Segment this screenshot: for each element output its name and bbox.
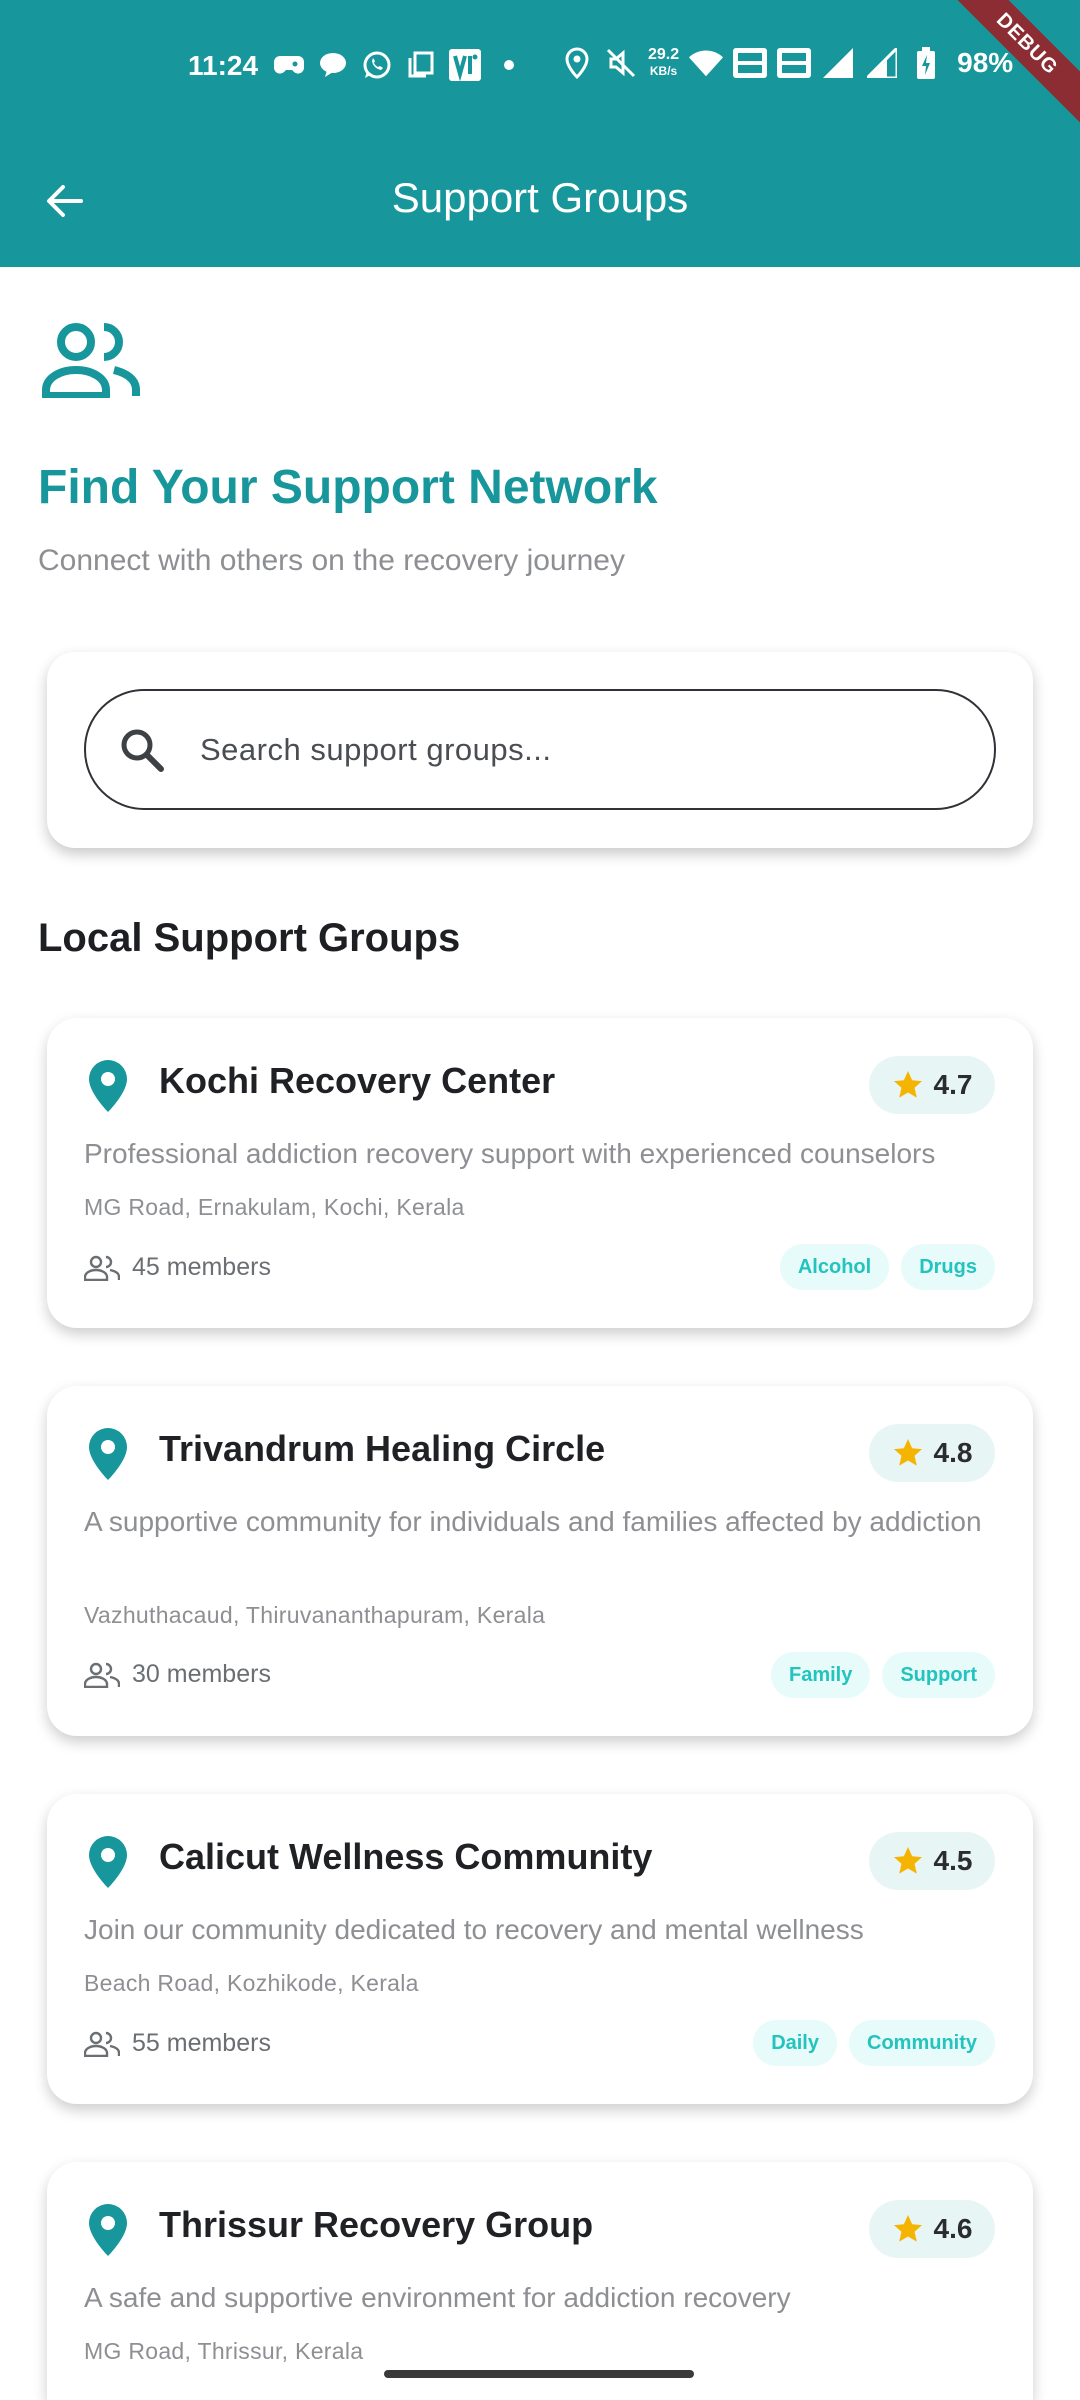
rating-value: 4.5 <box>933 1845 973 1876</box>
group-card[interactable]: Kochi Recovery Center 4.7 Professional a… <box>47 1018 1033 1328</box>
member-count-text: 55 members <box>132 2029 271 2057</box>
rating-value: 4.7 <box>933 1069 973 1100</box>
group-address: MG Road, Ernakulam, Kochi, Kerala <box>84 1194 465 1220</box>
whatsapp-icon <box>360 48 394 82</box>
volte-icon <box>777 46 812 80</box>
member-count: 30 members <box>84 1660 271 1689</box>
group-description: Join our community dedicated to recovery… <box>84 1914 864 1945</box>
battery-percent: 98% <box>957 47 1014 78</box>
rating-value: 4.8 <box>933 1437 973 1468</box>
people-outline-icon <box>84 1662 120 1688</box>
battery-charging-icon <box>909 46 943 80</box>
people-icon <box>42 322 142 400</box>
vowifi-icon <box>733 46 768 80</box>
gamepad-icon <box>272 48 306 82</box>
wifi-icon <box>689 46 724 80</box>
dot-icon <box>492 48 526 82</box>
location-pin-icon <box>89 2204 127 2256</box>
group-card[interactable]: Calicut Wellness Community 4.5 Join our … <box>47 1794 1033 2104</box>
location-icon <box>560 46 594 80</box>
search-card <box>47 652 1033 848</box>
tag: Community <box>849 2020 995 2066</box>
speed-unit: KB/s <box>649 64 678 78</box>
group-address: Beach Road, Kozhikode, Kerala <box>84 1970 419 1996</box>
group-name: Trivandrum Healing Circle <box>159 1428 606 1469</box>
people-outline-icon <box>84 2031 120 2057</box>
group-name: Thrissur Recovery Group <box>159 2204 594 2245</box>
star-icon <box>893 1847 922 1874</box>
copy-icon <box>404 48 438 82</box>
group-card[interactable]: Thrissur Recovery Group 4.6 A safe and s… <box>47 2162 1033 2400</box>
speed-value: 29.2 <box>648 46 680 63</box>
tag: Alcohol <box>779 1244 890 1290</box>
group-name: Calicut Wellness Community <box>159 1836 653 1877</box>
tag: Family <box>770 1652 871 1698</box>
home-indicator[interactable] <box>384 2370 694 2378</box>
search-icon <box>121 729 164 772</box>
member-count: 45 members <box>84 1253 271 1282</box>
group-description: Professional addiction recovery support … <box>84 1138 936 1169</box>
group-description: A safe and supportive environment for ad… <box>84 2282 791 2313</box>
status-bar: 11:24 29.2 KB/s 98% DEBUG <box>0 0 1080 139</box>
hero-title: Find Your Support Network <box>38 461 658 514</box>
group-card[interactable]: Trivandrum Healing Circle 4.8 A supporti… <box>47 1386 1033 1736</box>
rating-badge: 4.6 <box>869 2200 995 2258</box>
vi-icon <box>448 48 482 82</box>
system-icons: 29.2 KB/s 98% <box>560 46 1013 80</box>
notification-icons <box>272 48 526 82</box>
group-address: Vazhuthacaud, Thiruvananthapuram, Kerala <box>84 1602 546 1628</box>
member-count-text: 30 members <box>132 1660 271 1688</box>
member-count: 55 members <box>84 2029 271 2058</box>
star-icon <box>893 2215 922 2242</box>
people-outline-icon <box>84 1255 120 1281</box>
tag: Support <box>882 1652 995 1698</box>
rating-badge: 4.7 <box>869 1056 995 1114</box>
rating-badge: 4.8 <box>869 1424 995 1482</box>
tag: Drugs <box>901 1244 995 1290</box>
member-count-text: 45 members <box>132 1253 271 1281</box>
app-bar: Support Groups <box>0 130 1080 267</box>
location-pin-icon <box>89 1428 127 1480</box>
mute-icon <box>604 46 638 80</box>
status-time: 11:24 <box>188 50 259 81</box>
network-speed: 29.2 KB/s <box>648 47 679 79</box>
signal-2-icon <box>865 46 899 80</box>
group-address: MG Road, Thrissur, Kerala <box>84 2338 364 2364</box>
location-pin-icon <box>89 1836 127 1888</box>
group-name: Kochi Recovery Center <box>159 1060 556 1101</box>
search-input[interactable] <box>200 731 900 768</box>
star-icon <box>893 1071 922 1098</box>
hero-subtitle: Connect with others on the recovery jour… <box>38 544 625 577</box>
page-title: Support Groups <box>391 174 689 221</box>
signal-icon <box>821 46 855 80</box>
section-title: Local Support Groups <box>38 916 461 960</box>
tag-list: Alcohol Drugs <box>779 1244 995 1290</box>
rating-badge: 4.5 <box>869 1832 995 1890</box>
chat-bubble-icon <box>316 48 350 82</box>
tag-list: Daily Community <box>753 2020 995 2066</box>
tag: Daily <box>753 2020 837 2066</box>
location-pin-icon <box>89 1060 127 1112</box>
rating-value: 4.6 <box>933 2213 973 2244</box>
search-field[interactable] <box>84 689 996 810</box>
tag-list: Family Support <box>770 1652 995 1698</box>
group-description: A supportive community for individuals a… <box>84 1506 982 1537</box>
star-icon <box>893 1439 922 1466</box>
